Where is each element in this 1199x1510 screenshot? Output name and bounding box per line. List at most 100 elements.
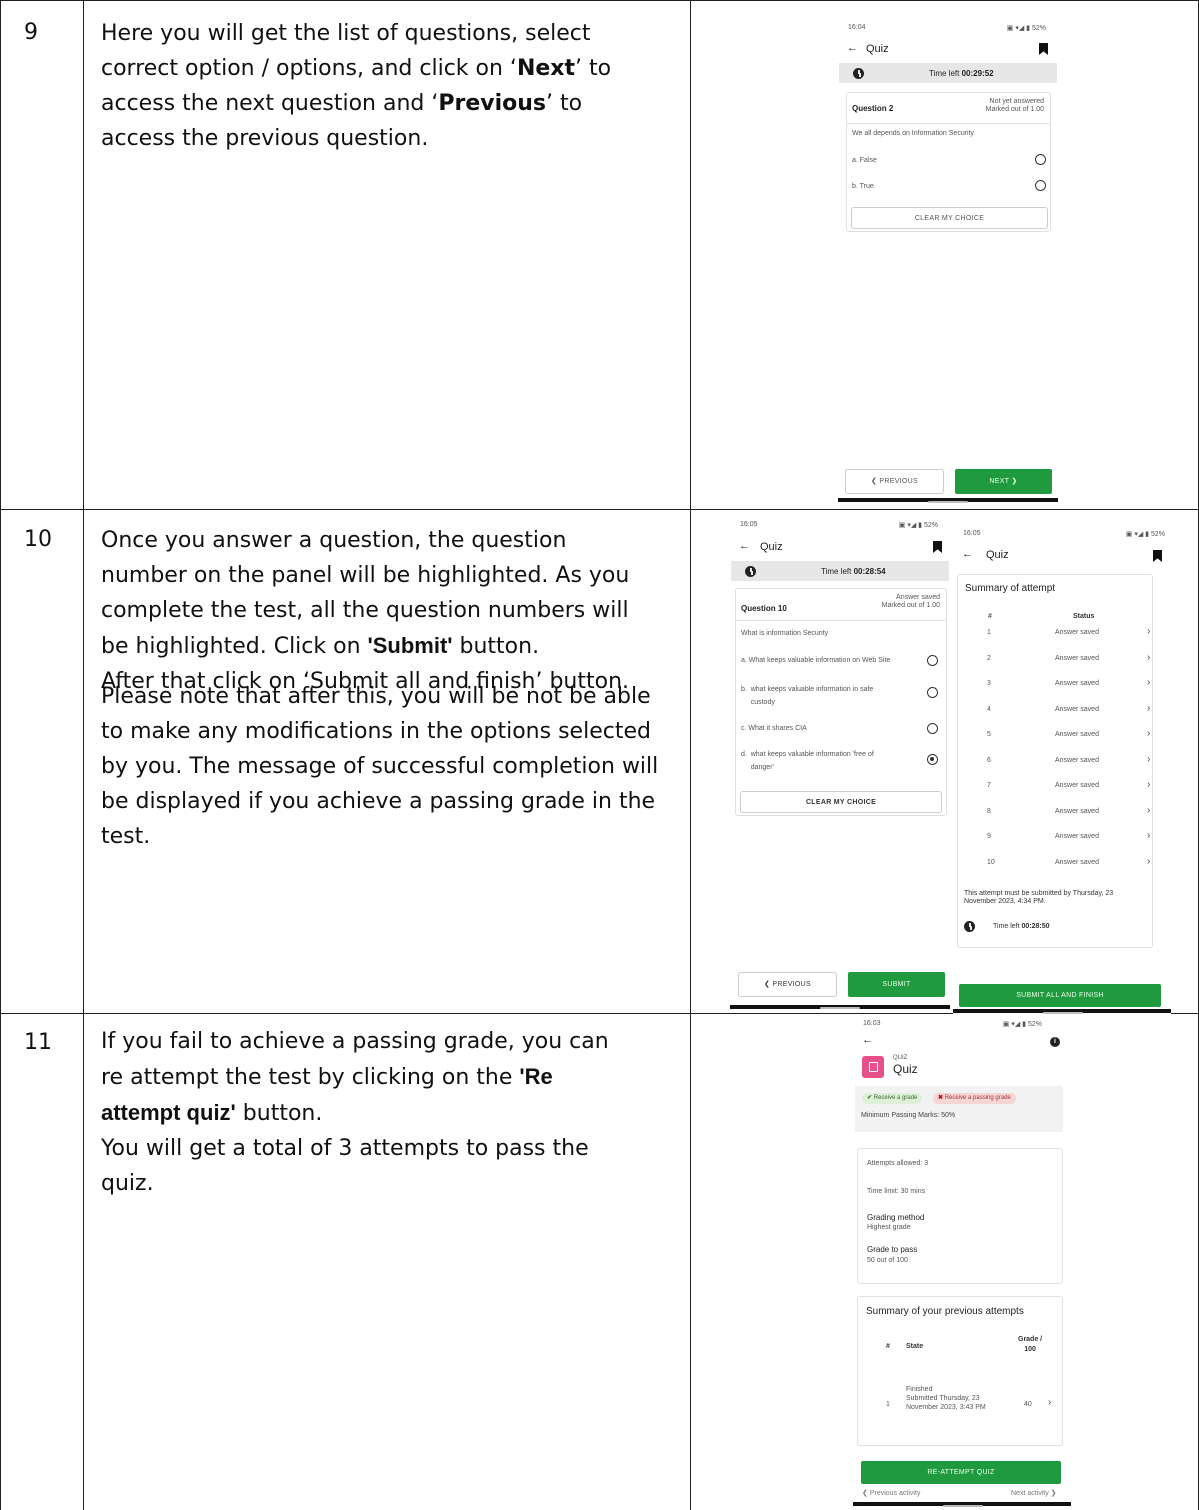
summary-row-status: Answer saved	[1055, 807, 1099, 815]
radio-d-selected[interactable]	[927, 754, 938, 765]
table-divider	[0, 509, 1199, 510]
summary-row-number: 5	[987, 731, 991, 738]
clear-choice-button[interactable]: CLEAR MY CHOICE	[851, 207, 1048, 229]
summary-row-status: Answer saved	[1055, 629, 1099, 636]
time-limit: Time limit: 30 mins	[867, 1188, 926, 1195]
home-indicator[interactable]	[820, 1007, 860, 1009]
phone-screenshot-question10: 16:05 ▣ ▾◢ ▮ 52% ← Quiz Time left 00:28:…	[730, 516, 950, 1012]
home-indicator[interactable]	[928, 501, 968, 503]
back-arrow-icon[interactable]: ←	[739, 540, 750, 552]
bookmark-icon[interactable]	[933, 541, 942, 553]
quiz-title: Quiz	[893, 1062, 918, 1076]
grading-method-value: Highest grade	[867, 1224, 911, 1231]
attempt-state: Finished Submitted Thursday, 23 November…	[906, 1386, 986, 1411]
radio-c[interactable]	[927, 723, 938, 734]
previous-attempts-card: Summary of your previous attempts # Stat…	[857, 1296, 1063, 1446]
info-icon[interactable]: i	[1050, 1037, 1060, 1047]
col-num: #	[886, 1343, 890, 1350]
status-time: 16:04	[848, 24, 866, 31]
clock-icon	[745, 566, 756, 577]
option-a[interactable]: a. What keeps valuable information on We…	[741, 657, 890, 664]
option-d[interactable]: d. what keeps valuable information 'free…	[741, 748, 874, 774]
table-col-divider	[690, 0, 691, 1510]
option-c[interactable]: c. What it shares CIA	[741, 725, 807, 732]
previous-activity-link[interactable]: ❮ Previous activity	[862, 1489, 920, 1497]
radio-b[interactable]	[927, 687, 938, 698]
chevron-right-icon[interactable]: ›	[1147, 703, 1150, 714]
grading-method-label: Grading method	[867, 1213, 925, 1222]
question-number: Question 2	[852, 104, 894, 113]
quiz-kicker: QUIZ	[893, 1055, 908, 1061]
step-text: Once you answer a question, the question…	[101, 528, 630, 694]
summary-row-number: 3	[987, 680, 991, 687]
radio-a[interactable]	[927, 655, 938, 666]
summary-row-number: 1	[987, 629, 991, 636]
option-a[interactable]: a. False	[852, 157, 877, 164]
phone-screenshot-summary: 16:05 ▣ ▾◢ ▮ 52% ← Quiz Summary of attem…	[953, 524, 1171, 1014]
quiz-info-card: Attempts allowed: 3 Time limit: 30 mins …	[857, 1148, 1063, 1284]
option-b[interactable]: b. what keeps valuable information in sa…	[741, 683, 873, 709]
chevron-right-icon[interactable]: ›	[1147, 652, 1150, 663]
clock-icon	[853, 68, 864, 79]
chevron-right-icon[interactable]: ›	[1147, 830, 1150, 841]
chevron-right-icon[interactable]: ›	[1048, 1397, 1051, 1408]
step-text: Here you will get the list of questions,…	[101, 21, 612, 151]
chevron-right-icon[interactable]: ›	[1147, 779, 1150, 790]
table-border-left	[0, 0, 1, 1510]
summary-row-status: Answer saved	[1055, 756, 1099, 764]
step-note: Please note that after this, you will be…	[101, 684, 659, 849]
status-time: 16:05	[740, 521, 758, 528]
timer-text: Time left 00:28:50	[993, 923, 1050, 930]
badge-receive-passing-grade: ✖ Receive a passing grade	[933, 1093, 1016, 1104]
home-indicator[interactable]	[1043, 1012, 1083, 1014]
summary-row-number: 2	[987, 654, 991, 662]
home-indicator[interactable]	[943, 1505, 983, 1507]
question-status: Answer saved Marked out of 1.00	[881, 594, 940, 609]
attempt-grade: 40	[1024, 1401, 1032, 1408]
summary-row-status: Answer saved	[1055, 680, 1099, 687]
chevron-right-icon[interactable]: ›	[1147, 677, 1150, 688]
submit-all-and-finish-button[interactable]: SUBMIT ALL AND FINISH	[959, 984, 1161, 1007]
back-arrow-icon[interactable]: ←	[862, 1034, 873, 1046]
previous-button[interactable]: ❮ PREVIOUS	[845, 469, 944, 494]
back-arrow-icon[interactable]: ←	[847, 42, 858, 54]
summary-row-number: 10	[987, 858, 995, 866]
deadline-text: This attempt must be submitted by Thursd…	[964, 890, 1114, 905]
next-activity-link[interactable]: Next activity ❯	[1011, 1489, 1057, 1497]
summary-row-number: 8	[987, 807, 991, 815]
status-time: 16:03	[863, 1020, 881, 1027]
back-arrow-icon[interactable]: ←	[962, 548, 973, 560]
col-state: State	[906, 1343, 924, 1350]
summary-row-number: 9	[987, 833, 991, 840]
badge-receive-grade: ✔ Receive a grade	[862, 1093, 923, 1104]
previous-attempts-title: Summary of your previous attempts	[866, 1306, 1024, 1317]
chevron-right-icon[interactable]: ›	[1147, 626, 1150, 637]
summary-row-number: 4	[987, 705, 991, 713]
chevron-right-icon[interactable]: ›	[1147, 754, 1150, 765]
chevron-right-icon[interactable]: ›	[1147, 805, 1150, 816]
min-passing-marks: Minimum Passing Marks: 50%	[861, 1112, 956, 1119]
radio-a[interactable]	[1035, 154, 1046, 165]
attempts-allowed: Attempts allowed: 3	[867, 1160, 929, 1167]
col-num: #	[988, 613, 992, 620]
summary-title: Summary of attempt	[965, 583, 1056, 594]
bookmark-icon[interactable]	[1039, 43, 1048, 55]
status-battery: ▣ ▾◢ ▮ 52%	[1125, 531, 1165, 538]
chevron-right-icon[interactable]: ›	[1147, 856, 1150, 867]
question-card: Question 2 Not yet answered Marked out of…	[846, 92, 1051, 232]
app-title: Quiz	[760, 541, 783, 553]
step-number: 9	[24, 20, 38, 45]
chevron-right-icon[interactable]: ›	[1147, 728, 1150, 739]
submit-button[interactable]: SUBMIT	[848, 972, 945, 997]
previous-button[interactable]: ❮ PREVIOUS	[738, 972, 837, 997]
next-button[interactable]: NEXT ❯	[955, 469, 1052, 494]
radio-b[interactable]	[1035, 180, 1046, 191]
status-battery: ▣ ▾◢ ▮ 52%	[1002, 1021, 1042, 1028]
summary-row-status: Answer saved	[1055, 858, 1099, 866]
clear-choice-button[interactable]: CLEAR MY CHOICE	[740, 791, 942, 813]
option-b[interactable]: b. True	[852, 183, 874, 190]
question-card: Question 10 Answer saved Marked out of 1.…	[735, 588, 947, 816]
quiz-icon	[862, 1056, 884, 1078]
bookmark-icon[interactable]	[1153, 550, 1162, 562]
re-attempt-quiz-button[interactable]: RE-ATTEMPT QUIZ	[861, 1461, 1061, 1484]
